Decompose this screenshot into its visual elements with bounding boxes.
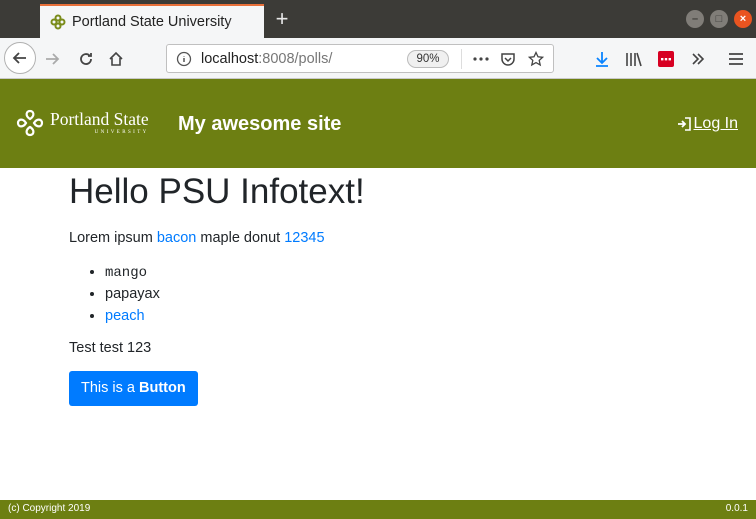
list-item: papayax [105, 283, 689, 305]
reload-button[interactable] [76, 49, 96, 69]
number-link[interactable]: 12345 [284, 230, 324, 246]
list-item-mango: mango [105, 265, 148, 281]
psu-logo-text: Portland State [50, 108, 149, 129]
list-item: mango [105, 261, 689, 283]
overflow-chevron-icon[interactable] [688, 49, 708, 69]
button-prefix: This is a [81, 380, 140, 396]
copyright-text: (c) Copyright 2019 [8, 503, 91, 514]
peach-link[interactable]: peach [105, 308, 145, 324]
lorem-text-1: Lorem ipsum [69, 230, 157, 246]
psu-logo-mark-icon [16, 109, 44, 137]
test-text: Test test 123 [69, 340, 152, 356]
psu-favicon-icon [50, 14, 66, 30]
library-icon[interactable] [624, 49, 644, 69]
zoom-level-badge[interactable]: 90% [407, 50, 449, 68]
hamburger-menu-icon[interactable] [726, 49, 746, 69]
downloads-icon[interactable] [592, 49, 612, 69]
url-text[interactable]: localhost:8008/polls/ [201, 51, 332, 67]
url-path: :8008/polls/ [258, 51, 333, 67]
tab-title: Portland State University [72, 14, 232, 30]
pocket-icon[interactable] [499, 50, 517, 68]
site-header: Portland State UNIVERSITY [0, 79, 756, 168]
home-button[interactable] [106, 49, 126, 69]
close-window-button[interactable]: × [734, 10, 752, 28]
list-item: peach [105, 305, 689, 327]
back-arrow-icon [12, 52, 26, 64]
login-link[interactable]: Log In [677, 115, 738, 133]
new-tab-button[interactable]: + [270, 8, 294, 32]
browser-toolbar: localhost:8008/polls/ 90% [0, 38, 756, 79]
browser-tab-strip: Portland State University + – □ × [0, 0, 756, 38]
list-item-papayax: papayax [105, 286, 160, 302]
back-button[interactable] [4, 42, 36, 74]
primary-button[interactable]: This is a Button [69, 371, 198, 406]
psu-logo[interactable]: Portland State UNIVERSITY [16, 108, 149, 138]
site-footer: (c) Copyright 2019 0.0.1 [0, 500, 756, 519]
version-text: 0.0.1 [725, 503, 748, 514]
sign-in-icon [677, 117, 691, 131]
lorem-paragraph: Lorem ipsum bacon maple donut 12345 [69, 230, 689, 246]
page-title: Hello PSU Infotext! [69, 172, 365, 211]
url-host: localhost [201, 51, 259, 67]
site-info-icon[interactable] [176, 51, 192, 72]
url-bar-separator [461, 49, 462, 69]
login-label: Log In [693, 115, 738, 132]
minimize-button[interactable]: – [686, 10, 704, 28]
psu-logo-subtext: UNIVERSITY [94, 130, 149, 136]
maximize-button[interactable]: □ [710, 10, 728, 28]
forward-arrow-icon [46, 53, 60, 65]
lorem-text-2: maple donut [196, 230, 285, 246]
site-title[interactable]: My awesome site [178, 113, 341, 136]
browser-tab[interactable]: Portland State University [40, 4, 264, 38]
home-icon [109, 51, 123, 66]
reload-icon [80, 53, 92, 65]
button-bold-label: Button [139, 380, 186, 396]
extension-icon[interactable] [656, 49, 676, 69]
page-actions-icon[interactable] [471, 51, 491, 67]
url-bar[interactable]: localhost:8008/polls/ 90% [166, 44, 554, 73]
main-content: Hello PSU Infotext! Lorem ipsum bacon ma… [69, 168, 689, 406]
bookmark-star-icon[interactable] [527, 50, 545, 68]
forward-button[interactable] [42, 49, 62, 69]
fruit-list: mango papayax peach [105, 261, 689, 327]
bacon-link[interactable]: bacon [157, 230, 197, 246]
